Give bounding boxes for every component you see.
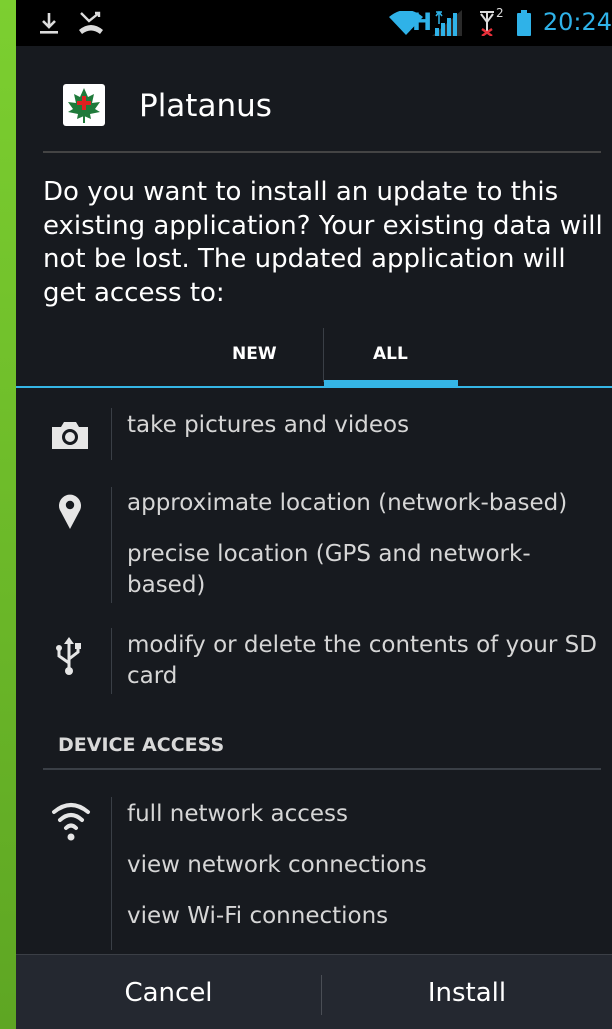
battery-icon bbox=[517, 10, 531, 36]
download-icon bbox=[40, 13, 58, 34]
device-frame: H 2 20:24 Platanus Do you want to instal… bbox=[0, 0, 612, 1029]
tab-new[interactable]: NEW bbox=[232, 344, 277, 364]
network-type-indicator: H bbox=[412, 8, 433, 36]
permission-item: modify or delete the contents of your SD bbox=[127, 632, 597, 658]
tab-underline bbox=[16, 386, 612, 388]
section-heading-device-access: DEVICE ACCESS bbox=[58, 734, 225, 756]
permission-item: based) bbox=[127, 572, 206, 598]
sim2-label: 2 bbox=[496, 6, 504, 20]
permission-item: card bbox=[127, 663, 178, 689]
app-icon bbox=[63, 84, 105, 126]
permission-separator bbox=[111, 408, 112, 460]
tab-separator bbox=[323, 328, 324, 382]
install-prompt: Do you want to install an update to this… bbox=[43, 177, 603, 308]
cancel-button[interactable]: Cancel bbox=[16, 955, 321, 1029]
title-bar: Platanus bbox=[16, 52, 612, 152]
camera-icon bbox=[52, 422, 88, 449]
tab-all[interactable]: ALL bbox=[373, 344, 408, 364]
app-title: Platanus bbox=[139, 88, 272, 124]
section-divider bbox=[43, 768, 601, 770]
permission-tabs: NEW ALL bbox=[16, 322, 612, 388]
status-time: 20:24 bbox=[542, 8, 612, 36]
permission-separator bbox=[111, 628, 112, 694]
status-bar: H 2 20:24 bbox=[16, 0, 612, 46]
permission-item: take pictures and videos bbox=[127, 412, 410, 438]
install-button[interactable]: Install bbox=[322, 955, 612, 1029]
permission-separator bbox=[111, 797, 112, 950]
button-bar: Cancel Install bbox=[16, 954, 612, 1029]
usb-icon bbox=[56, 637, 81, 675]
permission-item: view Wi-Fi connections bbox=[127, 903, 389, 929]
permission-item: precise location (GPS and network- bbox=[127, 541, 531, 567]
permission-item: full network access bbox=[127, 801, 348, 827]
wifi-icon bbox=[52, 803, 90, 841]
location-pin-icon bbox=[59, 494, 81, 529]
signal-icon bbox=[432, 10, 462, 36]
permission-item: approximate location (network-based) bbox=[127, 490, 568, 516]
maple-leaf-icon bbox=[68, 88, 100, 123]
missed-call-icon bbox=[79, 11, 103, 34]
permission-separator bbox=[111, 487, 112, 603]
screen: H 2 20:24 Platanus Do you want to instal… bbox=[16, 0, 612, 1029]
permission-item: view network connections bbox=[127, 852, 427, 878]
title-divider bbox=[43, 151, 601, 153]
